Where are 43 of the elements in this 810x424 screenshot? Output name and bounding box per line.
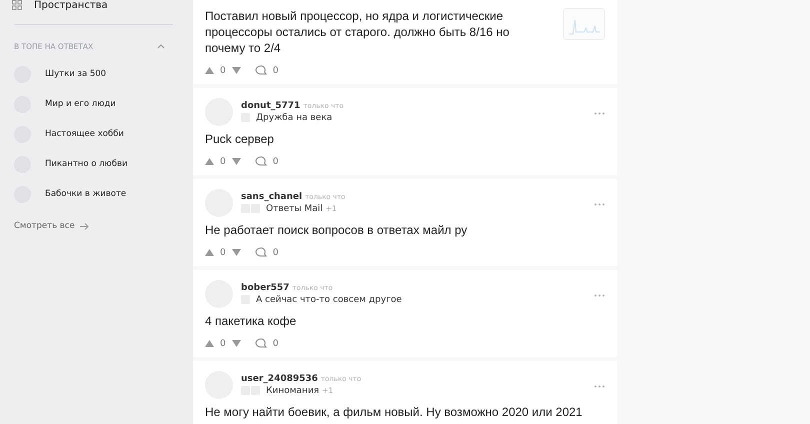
sidebar-item[interactable]: Мир и его люди <box>14 89 181 119</box>
community-link[interactable]: А сейчас что-то совсем другое <box>256 295 402 305</box>
sidebar-item[interactable]: Бабочки в животе <box>14 179 181 209</box>
author-name[interactable]: bober557 <box>241 283 290 293</box>
downvote-icon[interactable] <box>232 67 241 74</box>
spaces-link[interactable]: Пространства <box>12 0 181 16</box>
grid-icon <box>12 0 22 10</box>
comment-count: 0 <box>272 66 278 76</box>
vote-count: 0 <box>220 248 226 258</box>
see-all-link[interactable]: Смотреть все <box>14 221 89 231</box>
upvote-icon[interactable] <box>205 67 214 74</box>
community-link[interactable]: Ответы Mail <box>266 204 323 214</box>
comment-icon[interactable] <box>254 338 267 349</box>
upvote-icon[interactable] <box>205 249 214 256</box>
comment-icon[interactable] <box>254 156 267 167</box>
community-link[interactable]: Киномания <box>266 386 320 396</box>
vote-count: 0 <box>220 66 226 76</box>
sidebar-item[interactable]: Настоящее хобби <box>14 119 181 149</box>
community-link[interactable]: Дружба на века <box>256 113 332 123</box>
sidebar-item[interactable]: Пикантно о любви <box>14 149 181 179</box>
comment-count: 0 <box>272 156 278 166</box>
downvote-icon[interactable] <box>232 158 241 165</box>
post-title[interactable]: Поставил новый процессор, но ядра и логистические процессоры остались от старого. должно быть 8/16 но почему то 2/4 <box>205 8 551 56</box>
comment-count: 0 <box>272 338 278 348</box>
post-title[interactable]: Не могу найти боевик, а фильм новый. Ну возможно 2020 или 2021 <box>205 404 605 420</box>
vote-count: 0 <box>220 156 226 166</box>
sidebar-item[interactable]: Шутки за 500 <box>14 59 181 89</box>
comment-icon[interactable] <box>254 247 267 258</box>
author-name[interactable]: user_24089536 <box>241 374 318 384</box>
comment-icon[interactable] <box>254 65 267 76</box>
post-title[interactable]: 4 пакетика кофе <box>205 313 605 329</box>
arrow-icon <box>80 222 89 230</box>
vote-count: 0 <box>220 338 226 348</box>
upvote-icon[interactable] <box>205 158 214 165</box>
post-title[interactable]: Puck сервер <box>205 131 605 147</box>
author-name[interactable]: sans_chanel <box>241 192 302 202</box>
chevron-icon <box>157 44 165 48</box>
upvote-icon[interactable] <box>205 340 214 347</box>
downvote-icon[interactable] <box>232 249 241 256</box>
comment-count: 0 <box>272 248 278 258</box>
author-name[interactable]: donut_5771 <box>241 101 300 111</box>
post-title[interactable]: Не работает поиск вопросов в ответах майл ру <box>205 222 605 238</box>
downvote-icon[interactable] <box>232 340 241 347</box>
